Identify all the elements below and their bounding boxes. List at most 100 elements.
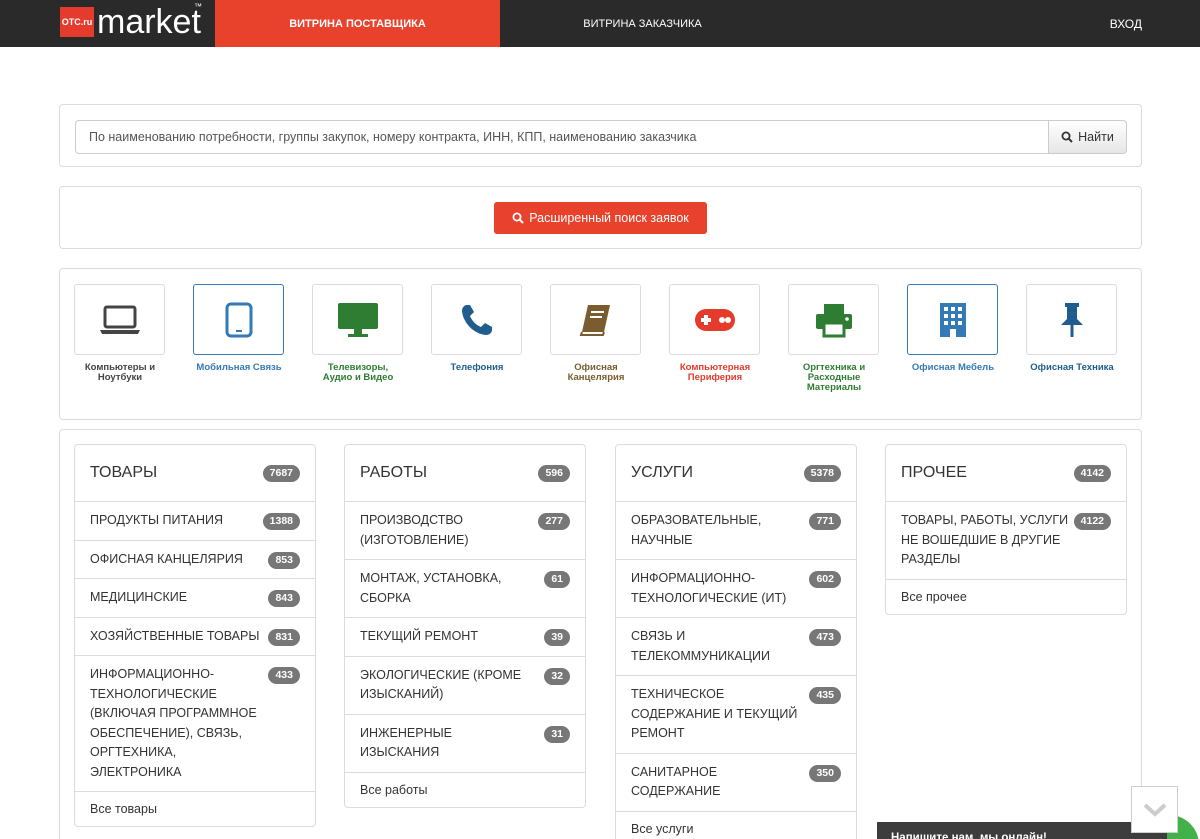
- list-item-label: ИНЖЕНЕРНЫЕ ИЗЫСКАНИЯ: [360, 725, 453, 760]
- list-item[interactable]: ПРОДУКТЫ ПИТАНИЯ 1388: [75, 502, 315, 541]
- logo[interactable]: OTC.ru market: [60, 3, 201, 41]
- category-box: [669, 284, 760, 355]
- all-services-link[interactable]: Все услуги: [616, 812, 856, 839]
- list-item[interactable]: ХОЗЯЙСТВЕННЫЕ ТОВАРЫ 831: [75, 618, 315, 656]
- column-header[interactable]: УСЛУГИ 5378: [616, 445, 856, 502]
- count-badge: 435: [809, 687, 841, 704]
- column-header[interactable]: ПРОЧЕЕ 4142: [886, 445, 1126, 502]
- category-label: Телевизоры, Аудио и Видео: [322, 362, 394, 383]
- gamepad-icon: [694, 308, 735, 331]
- count-badge: 602: [809, 571, 841, 588]
- column-services: УСЛУГИ 5378 ОБРАЗОВАТЕЛЬНЫЕ, НАУЧНЫЕ 771 …: [615, 444, 857, 839]
- count-badge: 277: [538, 513, 570, 530]
- chevron-down-icon: [1143, 803, 1166, 817]
- count-badge: 32: [544, 667, 570, 685]
- list-item[interactable]: ТОВАРЫ, РАБОТЫ, УСЛУГИ НЕ ВОШЕДШИЕ В ДРУ…: [886, 502, 1126, 580]
- category-office-tech[interactable]: Офисная Техника: [1026, 284, 1118, 373]
- count-badge: 350: [809, 764, 841, 782]
- tablet-icon: [225, 302, 252, 337]
- category-label: Офисная Канцелярия: [567, 362, 625, 383]
- category-box: [550, 284, 641, 355]
- all-works-link[interactable]: Все работы: [345, 773, 585, 807]
- list-item[interactable]: ТЕКУЩИЙ РЕМОНТ 39: [345, 618, 585, 657]
- count-badge: 843: [268, 590, 300, 607]
- column-other: ПРОЧЕЕ 4142 ТОВАРЫ, РАБОТЫ, УСЛУГИ НЕ ВО…: [885, 444, 1127, 615]
- count-badge: 61: [544, 571, 570, 588]
- list-item[interactable]: МЕДИЦИНСКИЕ 843: [75, 579, 315, 618]
- logo-trademark: ™: [194, 2, 202, 11]
- category-mobile[interactable]: Мобильная Связь: [193, 284, 285, 373]
- count-badge: 1388: [262, 513, 300, 530]
- column-title: УСЛУГИ: [631, 464, 694, 481]
- category-box: [312, 284, 403, 355]
- search-input[interactable]: [75, 120, 1049, 154]
- monitor-icon: [337, 302, 378, 337]
- nav-customer-showcase[interactable]: ВИТРИНА ЗАКАЗЧИКА: [500, 0, 785, 47]
- category-label: Компьютеры и Ноутбуки: [84, 362, 156, 383]
- count-badge: 4122: [1073, 513, 1111, 530]
- category-label: Офисная Мебель: [911, 362, 995, 373]
- advanced-search-button[interactable]: Расширенный поиск заявок: [494, 202, 707, 234]
- category-box: [1026, 284, 1117, 355]
- category-peripherals[interactable]: Компьютерная Периферия: [669, 284, 761, 383]
- list-item-label: ЭКОЛОГИЧЕСКИЕ (КРОМЕ ИЗЫСКАНИЙ): [360, 667, 522, 702]
- category-stationery[interactable]: Офисная Канцелярия: [550, 284, 642, 383]
- category-box: [907, 284, 998, 355]
- count-badge: 39: [544, 629, 570, 646]
- login-link[interactable]: ВХОД: [1110, 0, 1142, 47]
- list-item-label: ИНФОРМАЦИОННО-ТЕХНОЛОГИЧЕСКИЕ (ВКЛЮЧАЯ П…: [90, 667, 257, 779]
- list-item[interactable]: СВЯЗЬ И ТЕЛЕКОММУНИКАЦИИ 473: [616, 618, 856, 676]
- top-navigation-bar: OTC.ru market ™ ВИТРИНА ПОСТАВЩИКА ВИТРИ…: [0, 0, 1200, 47]
- book-icon: [579, 304, 610, 336]
- list-item[interactable]: ИНФОРМАЦИОННО-ТЕХНОЛОГИЧЕСКИЕ (ВКЛЮЧАЯ П…: [75, 656, 315, 792]
- column-goods: ТОВАРЫ 7687 ПРОДУКТЫ ПИТАНИЯ 1388 ОФИСНАЯ…: [74, 444, 316, 827]
- printer-icon: [815, 303, 852, 337]
- category-label: Офисная Техника: [1030, 362, 1114, 373]
- list-item[interactable]: ЭКОЛОГИЧЕСКИЕ (КРОМЕ ИЗЫСКАНИЙ) 32: [345, 657, 585, 715]
- list-item[interactable]: МОНТАЖ, УСТАНОВКА, СБОРКА 61: [345, 560, 585, 618]
- category-furniture[interactable]: Офисная Мебель: [907, 284, 999, 373]
- column-header[interactable]: РАБОТЫ 596: [345, 445, 585, 502]
- scroll-down-button[interactable]: [1131, 786, 1178, 833]
- count-badge: 7687: [262, 464, 300, 482]
- all-goods-link[interactable]: Все товары: [75, 792, 315, 826]
- count-badge: 473: [809, 629, 841, 646]
- category-box: [74, 284, 165, 355]
- procurement-sections-panel: ТОВАРЫ 7687 ПРОДУКТЫ ПИТАНИЯ 1388 ОФИСНАЯ…: [59, 429, 1142, 839]
- logo-badge: OTC.ru: [60, 7, 94, 37]
- logo-text: market: [97, 3, 201, 41]
- count-badge: 31: [544, 725, 570, 743]
- search-button[interactable]: Найти: [1048, 120, 1127, 154]
- advanced-search-panel: Расширенный поиск заявок: [59, 186, 1142, 249]
- count-badge: 5378: [803, 464, 841, 482]
- all-other-link[interactable]: Все прочее: [886, 580, 1126, 614]
- column-title: ТОВАРЫ: [90, 464, 158, 481]
- list-item[interactable]: ИНЖЕНЕРНЫЕ ИЗЫСКАНИЯ 31: [345, 715, 585, 773]
- count-badge: 853: [268, 551, 300, 569]
- list-item[interactable]: ТЕХНИЧЕСКОЕ СОДЕРЖАНИЕ И ТЕКУЩИЙ РЕМОНТ 4…: [616, 676, 856, 754]
- category-office-equipment[interactable]: Оргтехника и Расходные Материалы: [788, 284, 880, 393]
- category-label: Мобильная Связь: [196, 362, 282, 373]
- category-computers[interactable]: Компьютеры и Ноутбуки: [74, 284, 166, 383]
- column-header[interactable]: ТОВАРЫ 7687: [75, 445, 315, 502]
- category-tv[interactable]: Телевизоры, Аудио и Видео: [312, 284, 404, 383]
- list-item[interactable]: ОБРАЗОВАТЕЛЬНЫЕ, НАУЧНЫЕ 771: [616, 502, 856, 560]
- list-item[interactable]: ИНФОРМАЦИОННО-ТЕХНОЛОГИЧЕСКИЕ (ИТ) 602: [616, 560, 856, 618]
- phone-icon: [461, 304, 492, 335]
- list-item[interactable]: ОФИСНАЯ КАНЦЕЛЯРИЯ 853: [75, 541, 315, 579]
- category-box: [193, 284, 284, 355]
- count-badge: 831: [268, 628, 300, 646]
- advanced-search-label: Расширенный поиск заявок: [529, 211, 689, 225]
- column-works: РАБОТЫ 596 ПРОИЗВОДСТВО (ИЗГОТОВЛЕНИЕ) 27…: [344, 444, 586, 808]
- search-panel: Найти: [59, 104, 1142, 167]
- category-icons-panel: Компьютеры и Ноутбуки Мобильная Связь Те…: [59, 268, 1142, 420]
- search-button-label: Найти: [1078, 130, 1114, 144]
- category-box: [431, 284, 522, 355]
- category-telephony[interactable]: Телефония: [431, 284, 523, 373]
- list-item[interactable]: САНИТАРНОЕ СОДЕРЖАНИЕ 350: [616, 754, 856, 812]
- nav-supplier-showcase[interactable]: ВИТРИНА ПОСТАВЩИКА: [215, 0, 500, 47]
- pushpin-icon: [1060, 302, 1083, 337]
- list-item[interactable]: ПРОИЗВОДСТВО (ИЗГОТОВЛЕНИЕ) 277: [345, 502, 585, 560]
- category-label: Оргтехника и Расходные Материалы: [802, 362, 866, 393]
- chat-widget-bar[interactable]: Напишите нам, мы онлайн!: [877, 822, 1167, 839]
